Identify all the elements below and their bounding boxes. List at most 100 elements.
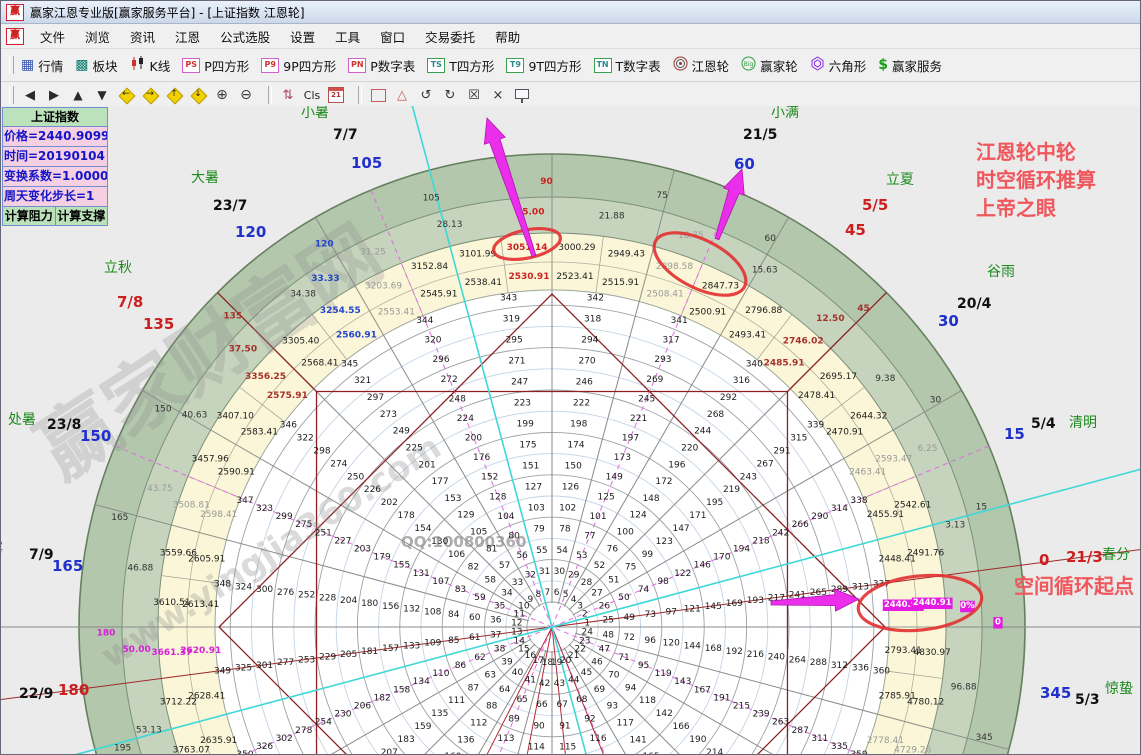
toolbar-button-六角形[interactable]: 六角形 (810, 56, 867, 75)
svg-text:296: 296 (432, 355, 449, 365)
svg-text:151: 151 (522, 462, 539, 472)
menu-item-2[interactable]: 资讯 (120, 24, 165, 49)
toolbar-button-K线[interactable]: K线 (130, 56, 171, 75)
toolbar-button-T数字表[interactable]: TNT数字表 (594, 56, 661, 75)
toolbar-button-9P四方形[interactable]: P99P四方形 (261, 56, 336, 75)
collapse-arrows-icon[interactable]: × (489, 85, 507, 105)
kline-icon (130, 56, 146, 74)
zoom-out-icon[interactable]: ⊖ (237, 85, 255, 105)
svg-text:2508.41: 2508.41 (647, 290, 684, 300)
svg-text:106: 106 (448, 550, 465, 560)
toolbar-label: T四方形 (449, 56, 494, 75)
menu-item-1[interactable]: 浏览 (75, 24, 120, 49)
menu-item-5[interactable]: 设置 (280, 24, 325, 49)
gann-wheel[interactable]: 赢家财富网www.yingjia360.comQQ:10080036012345… (1, 106, 1141, 755)
jump-right-icon-glyph: → (142, 87, 158, 103)
svg-text:215: 215 (733, 701, 750, 711)
toolbar-button-赢家轮[interactable]: Big赢家轮 (741, 56, 798, 75)
title-bar[interactable]: 赢 赢家江恩专业版[赢家服务平台] - [上证指数 江恩轮] (1, 1, 1140, 24)
svg-text:218: 218 (752, 536, 769, 546)
nav-up-icon-glyph: ▲ (73, 89, 82, 101)
jump-right-icon[interactable]: → (141, 85, 159, 105)
svg-text:274: 274 (330, 459, 347, 469)
toolbar-button-9T四方形[interactable]: T99T四方形 (506, 56, 581, 75)
toolbar-button-P数字表[interactable]: PNP数字表 (348, 56, 415, 75)
svg-text:338: 338 (850, 496, 867, 506)
svg-text:3763.07: 3763.07 (173, 745, 210, 755)
menu-item-3[interactable]: 江恩 (165, 24, 210, 49)
nav-right-icon[interactable]: ▶ (45, 85, 63, 105)
jump-left-icon[interactable]: ← (117, 85, 135, 105)
svg-text:131: 131 (413, 569, 430, 579)
svg-text:96.88: 96.88 (951, 683, 977, 693)
svg-text:15: 15 (1004, 425, 1025, 443)
jump-up-icon[interactable]: ↑ (165, 85, 183, 105)
time-scale-icon[interactable]: ⇅ (279, 85, 297, 105)
calendar-icon[interactable]: 21 (327, 85, 345, 105)
svg-text:253: 253 (298, 655, 315, 665)
svg-text:252: 252 (298, 591, 315, 601)
svg-text:83: 83 (455, 585, 466, 595)
calc-resistance-button[interactable]: 计算阻力 (3, 207, 55, 225)
drawbar-grip (9, 86, 14, 104)
svg-text:66: 66 (536, 700, 548, 710)
svg-text:3051.14: 3051.14 (507, 243, 548, 253)
svg-text:55: 55 (536, 546, 547, 556)
svg-text:177: 177 (431, 477, 448, 487)
menu-item-4[interactable]: 公式选股 (210, 24, 280, 49)
nav-left-icon[interactable]: ◀ (21, 85, 39, 105)
svg-text:264: 264 (789, 655, 806, 665)
svg-text:87: 87 (468, 683, 479, 693)
menu-item-0[interactable]: 文件 (30, 24, 75, 49)
calc-buttons: 计算阻力计算支撑 (3, 207, 107, 225)
svg-text:141: 141 (630, 735, 647, 745)
nav-down-icon[interactable]: ▼ (93, 85, 111, 105)
rotate-cw-icon[interactable]: ↻ (441, 85, 459, 105)
gann-wheel-canvas[interactable]: 赢家财富网www.yingjia360.comQQ:10080036012345… (1, 106, 1141, 755)
window-title: 赢家江恩专业版[赢家服务平台] - [上证指数 江恩轮] (30, 4, 305, 21)
tn-badge-icon: TN (594, 58, 612, 73)
menu-item-9[interactable]: 帮助 (485, 24, 530, 49)
blocks-icon: ▩ (75, 58, 88, 72)
triangle-tool-icon-glyph: △ (397, 89, 407, 102)
toolbar-button-行情[interactable]: ▦行情 (21, 56, 63, 75)
toolbar-button-赢家服务[interactable]: $赢家服务 (878, 56, 942, 75)
svg-text:158: 158 (393, 685, 410, 695)
svg-text:2530.91: 2530.91 (508, 272, 549, 282)
svg-text:2575.91: 2575.91 (267, 391, 308, 401)
svg-text:346: 346 (280, 421, 297, 431)
svg-text:275: 275 (295, 520, 312, 530)
toolbar-button-P四方形[interactable]: PSP四方形 (182, 56, 249, 75)
svg-text:60: 60 (469, 613, 481, 623)
svg-text:271: 271 (508, 357, 525, 367)
toolbar-button-板块[interactable]: ▩板块 (75, 56, 117, 75)
nav-up-icon[interactable]: ▲ (69, 85, 87, 105)
svg-text:33.33: 33.33 (311, 274, 339, 284)
menu-item-6[interactable]: 工具 (325, 24, 370, 49)
quote-info-panel: 上证指数 价格=2440.9099时间=20190104变换系数=1.00000… (2, 107, 108, 226)
toolbar-button-江恩轮[interactable]: 江恩轮 (673, 56, 730, 75)
menu-item-7[interactable]: 窗口 (370, 24, 415, 49)
rotate-ccw-icon[interactable]: ↺ (417, 85, 435, 105)
screen-icon[interactable] (513, 85, 531, 105)
svg-text:113: 113 (497, 734, 514, 744)
svg-text:204: 204 (340, 596, 357, 606)
menu-item-8[interactable]: 交易委托 (415, 24, 485, 49)
svg-text:109: 109 (424, 639, 441, 649)
cls-button[interactable]: Cls (303, 85, 321, 105)
svg-text:61: 61 (469, 633, 480, 643)
clear-box-icon[interactable]: ☒ (465, 85, 483, 105)
zoom-in-icon[interactable]: ⊕ (213, 85, 231, 105)
toolbar-button-T四方形[interactable]: TST四方形 (427, 56, 494, 75)
svg-text:40.63: 40.63 (182, 410, 208, 420)
svg-text:159: 159 (414, 722, 431, 732)
svg-text:立秋: 立秋 (104, 260, 132, 276)
svg-text:195: 195 (706, 498, 723, 508)
svg-text:4729.26: 4729.26 (894, 745, 931, 755)
svg-text:41: 41 (525, 675, 536, 685)
triangle-tool-icon[interactable]: △ (393, 85, 411, 105)
jump-down-icon[interactable]: ↓ (189, 85, 207, 105)
rect-tool-icon[interactable] (369, 85, 387, 105)
svg-text:196: 196 (668, 460, 685, 470)
calc-support-button[interactable]: 计算支撑 (55, 207, 108, 225)
